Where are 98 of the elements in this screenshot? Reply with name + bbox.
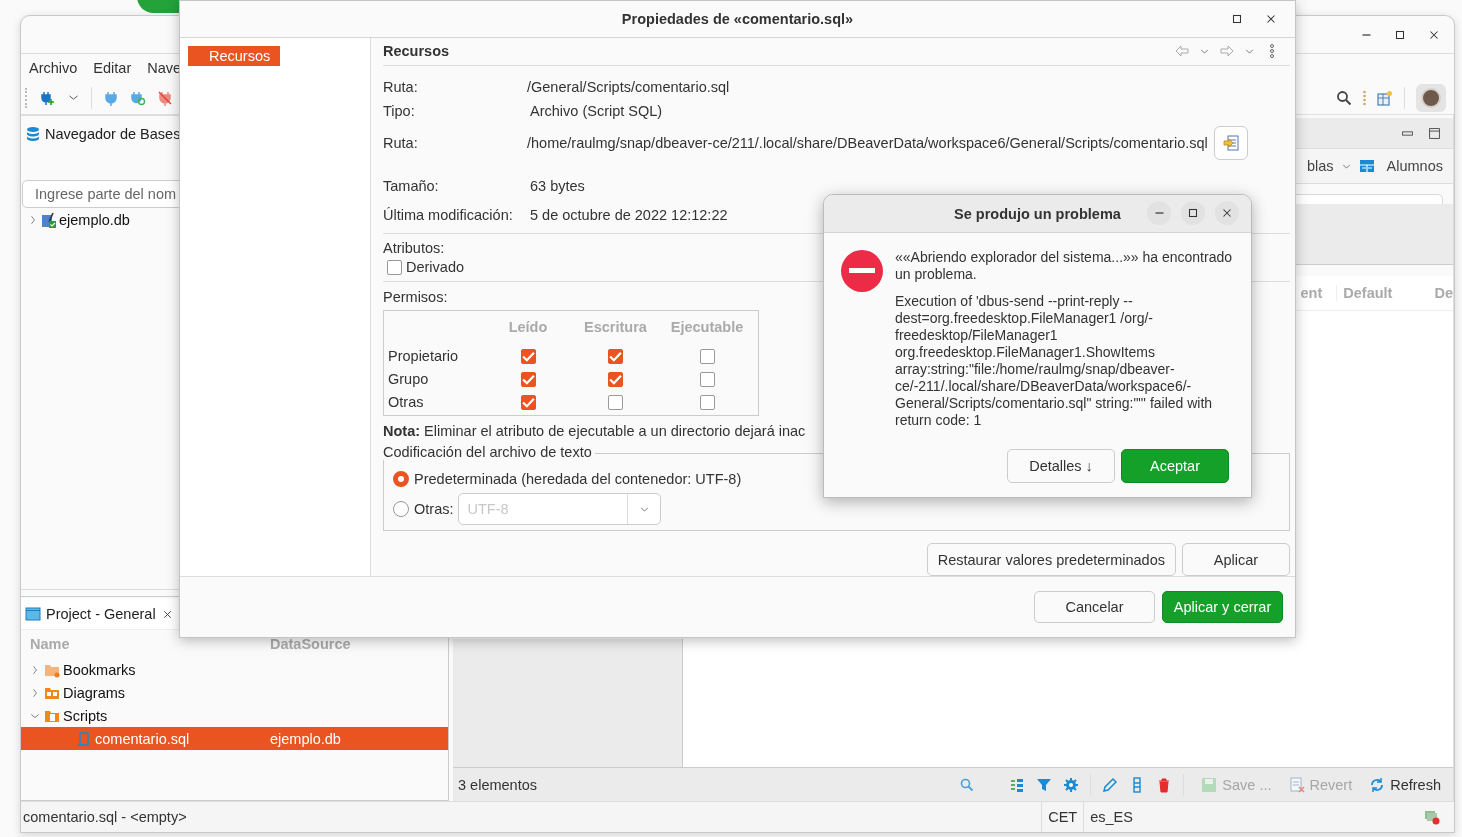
settings-icon[interactable] (1063, 776, 1080, 793)
window-title: Propiedades de «comentario.sql» (621, 11, 854, 27)
checkbox[interactable] (699, 372, 715, 387)
network-error-icon[interactable] (1424, 809, 1440, 825)
cancel-button[interactable]: Cancelar (1034, 591, 1155, 623)
checkbox[interactable] (520, 372, 536, 387)
column-header: Ejecutable (669, 318, 745, 337)
checkbox[interactable] (608, 395, 623, 410)
minimize-icon (1154, 212, 1164, 214)
checkbox[interactable] (608, 372, 623, 387)
radio-label: Otras: (414, 501, 454, 517)
field-value: /General/Scripts/comentario.sql (527, 78, 730, 95)
error-details: Execution of 'dbus-send --print-reply --dest=org.freedesktop.FileManager1 /org/-freedesktop/FileManager1 org.freedesktop.FileManager1.ShowItems array:string:"file:/home/raulmg/snap/dbeaver-ce/-211/.local/share/DBeaverData/workspace6/-General/Scripts/comentario.sql" string:""' failed with return code: 1 (895, 293, 1214, 429)
radio-button[interactable] (393, 471, 409, 487)
breadcrumb-item[interactable]: blas (1306, 158, 1334, 174)
error-message: ««Abriendo explorador del sistema...»» ha encontrado un problema. (895, 249, 1233, 283)
restore-defaults-button[interactable]: Restaurar valores predeterminados (926, 543, 1176, 576)
group-label: Codificación del archivo de texto (383, 444, 595, 460)
panel-title[interactable]: Navegador de Bases (45, 126, 181, 142)
status-text: es_ES (1083, 802, 1424, 832)
close-button[interactable] (1215, 201, 1239, 225)
database-icon (25, 126, 41, 142)
tree-item[interactable]: ejemplo.db (59, 212, 130, 228)
toolbar-button[interactable]: Refresh (1369, 776, 1441, 793)
section-label: Atributos: (383, 239, 445, 259)
checkbox[interactable] (520, 349, 536, 364)
table-icon (1358, 158, 1375, 174)
row-label: Propietario (388, 348, 460, 365)
section-heading: Recursos (383, 43, 450, 60)
column-header: Escritura (583, 318, 648, 337)
checkbox-label: Derivado (406, 259, 465, 276)
checkbox[interactable] (520, 395, 536, 410)
note-text: Nota: Eliminar el atributo de ejecutable a un directorio dejará inac (383, 423, 807, 439)
status-text: comentario.sql - <empty> (23, 809, 188, 825)
field-value: Archivo (Script SQL) (529, 102, 663, 119)
check-icon (521, 396, 535, 409)
field-label: Ruta: (383, 134, 419, 151)
row-count: 3 elementos (458, 776, 537, 793)
table-add-icon[interactable] (1377, 89, 1393, 106)
field-label: Ruta: (383, 78, 419, 95)
avatar-icon (1421, 87, 1441, 108)
open-file-icon (1222, 134, 1239, 151)
row-label: Grupo (388, 371, 430, 388)
tree-row[interactable]: Bookmarks (21, 658, 448, 681)
revert-icon (1288, 776, 1305, 793)
check-icon (609, 373, 622, 386)
breadcrumb-item[interactable]: Alumnos (1386, 158, 1443, 174)
field-label: Última modificación: (383, 206, 514, 223)
maximize-view-icon[interactable] (1428, 126, 1441, 140)
field-label: Tipo: (383, 102, 416, 119)
open-location-button[interactable] (1213, 125, 1248, 160)
check-icon (609, 350, 622, 363)
layout-icon[interactable] (1009, 776, 1026, 793)
plug-refresh-icon[interactable] (130, 89, 146, 106)
plug-add-icon[interactable] (40, 89, 56, 106)
maximize-icon (1230, 12, 1244, 26)
checkbox[interactable] (699, 349, 715, 364)
search-icon[interactable] (1336, 89, 1352, 106)
maximize-button[interactable] (1181, 201, 1205, 225)
selected-row[interactable]: comentario.sql ejemplo.db (21, 727, 448, 750)
details-button[interactable]: Detalles ↓ (1007, 449, 1115, 483)
field-value: 5 de octubre de 2022 12:12:22 (529, 206, 728, 223)
plug-icon[interactable] (103, 89, 119, 106)
checkbox[interactable] (699, 395, 715, 410)
field-value: /home/raulmg/snap/dbeaver-ce/211/.local/share/DBeaverData/workspace6/General/Scripts/comentario.sql (527, 134, 1208, 151)
apply-button[interactable]: Aplicar (1182, 543, 1290, 576)
filter-icon[interactable] (1036, 776, 1053, 793)
window-title: Se produjo un problema (954, 205, 1121, 222)
menu-item[interactable]: Editar (85, 59, 140, 76)
pencil-icon[interactable] (1102, 776, 1119, 793)
save-icon (1201, 776, 1218, 793)
refresh-icon (1369, 776, 1386, 793)
radio-label: Predeterminada (heredada del contenedor: UTF-8) (414, 471, 742, 487)
section-label: Permisos: (383, 288, 448, 307)
script-file-icon (76, 730, 92, 747)
column-header: Leído (507, 318, 549, 337)
field-label: Tamaño: (383, 177, 440, 194)
error-icon (841, 250, 883, 292)
status-text: CET (1041, 802, 1084, 832)
maximize-icon (1186, 206, 1200, 220)
toolbar-grip-icon (1363, 89, 1366, 106)
avatar-button[interactable] (1416, 83, 1446, 112)
minimize-button[interactable] (1147, 201, 1171, 225)
plug-disconnect-icon[interactable] (157, 89, 173, 106)
sidebar-item[interactable]: Recursos (188, 46, 281, 66)
database-connection-icon (41, 212, 57, 228)
row-label: Otras (388, 394, 425, 411)
checkbox[interactable] (387, 259, 402, 275)
menu-item[interactable]: Archivo (21, 59, 86, 76)
minimize-icon (1361, 33, 1371, 36)
tree-row[interactable]: Diagrams (21, 681, 448, 704)
checkbox[interactable] (608, 349, 623, 364)
check-icon (521, 350, 535, 363)
check-icon (521, 373, 535, 386)
panel-tab[interactable]: Project - General (21, 599, 178, 629)
field-value: 63 bytes (529, 177, 585, 194)
window-icon (25, 606, 41, 622)
tree-row[interactable]: Scripts (21, 704, 448, 727)
